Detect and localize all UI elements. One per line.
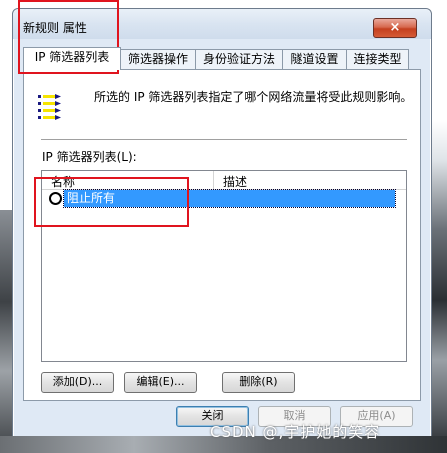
tab-panel: 所选的 IP 筛选器列表指定了哪个网络流量将受此规则影响。 IP 筛选器列表(L…	[23, 69, 421, 401]
tab-filter-action[interactable]: 筛选器操作	[120, 49, 196, 69]
window-title: 新规则 属性	[23, 21, 87, 35]
desktop-background-left	[0, 210, 12, 440]
delete-button[interactable]: 删除(R)	[222, 372, 295, 393]
properties-dialog: 新规则 属性 × IP 筛选器列表 筛选器操作 身份验证方法 隧道设置 连接类型…	[12, 8, 432, 438]
separator	[41, 139, 407, 140]
filter-list-icon	[38, 94, 61, 120]
filter-list[interactable]: 名称 描述 阻止所有	[41, 170, 407, 362]
column-divider[interactable]	[213, 171, 214, 189]
close-window-button[interactable]: ×	[373, 18, 417, 38]
list-item[interactable]: 阻止所有	[49, 189, 398, 208]
column-header-name[interactable]: 名称	[51, 173, 75, 190]
tab-tunnel-settings[interactable]: 隧道设置	[282, 49, 347, 69]
list-item-selection[interactable]: 阻止所有	[63, 189, 396, 208]
radio-button[interactable]	[49, 192, 62, 205]
watermark: CSDN @,宇护她的笑容	[210, 423, 381, 441]
tab-strip: IP 筛选器列表 筛选器操作 身份验证方法 隧道设置 连接类型	[23, 47, 421, 70]
list-header: 名称 描述	[42, 171, 406, 190]
tab-ip-filter-list[interactable]: IP 筛选器列表	[23, 47, 121, 70]
description-text: 所选的 IP 筛选器列表指定了哪个网络流量将受此规则影响。	[94, 90, 413, 104]
tab-connection-type[interactable]: 连接类型	[346, 49, 409, 69]
desktop-background	[430, 0, 447, 453]
column-header-description[interactable]: 描述	[223, 173, 247, 190]
list-item-name: 阻止所有	[67, 191, 116, 205]
title-bar[interactable]: 新规则 属性 ×	[13, 9, 431, 39]
add-button[interactable]: 添加(D)...	[41, 372, 114, 393]
tab-authentication-methods[interactable]: 身份验证方法	[195, 49, 283, 69]
edit-button[interactable]: 编辑(E)...	[124, 372, 197, 393]
filter-list-label: IP 筛选器列表(L):	[42, 150, 137, 164]
